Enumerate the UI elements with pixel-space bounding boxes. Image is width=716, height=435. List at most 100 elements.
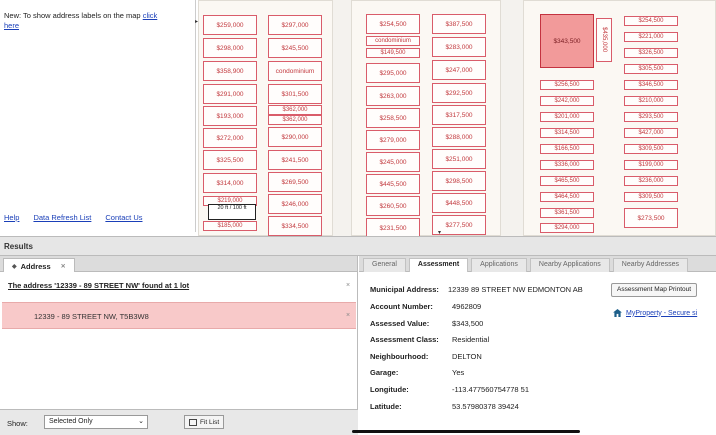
lot-parcel[interactable]: $448,500 <box>432 193 486 213</box>
lot-parcel[interactable]: $199,000 <box>624 160 678 170</box>
lot-parcel[interactable]: $149,500 <box>366 48 420 58</box>
assessment-map-printout-button[interactable]: Assessment Map Printout <box>611 283 698 297</box>
tab-address[interactable]: ◆ Address ✕ <box>3 258 75 272</box>
lot-parcel[interactable]: $241,500 <box>268 150 322 170</box>
lot-parcel[interactable]: $291,000 <box>203 84 257 104</box>
lot-parcel[interactable]: $361,500 <box>540 208 594 218</box>
lot-parcel[interactable]: $301,500 <box>268 84 322 104</box>
fit-list-icon <box>189 418 197 426</box>
lot-parcel[interactable]: $269,500 <box>268 172 322 192</box>
lot-parcel[interactable]: $193,000 <box>203 106 257 126</box>
lot-parcel[interactable]: $259,000 <box>203 15 257 35</box>
show-label: Show: <box>7 419 28 428</box>
show-filter-value: Selected Only <box>49 418 93 425</box>
lot-parcel[interactable]: $166,500 <box>540 144 594 154</box>
lot-parcel[interactable]: $362,000 <box>268 115 322 125</box>
lot-parcel[interactable]: $464,500 <box>540 192 594 202</box>
lot-parcel[interactable]: $256,500 <box>540 80 594 90</box>
myproperty-link[interactable]: MyProperty - Secure si <box>626 310 697 317</box>
lot-parcel[interactable]: $326,500 <box>624 48 678 58</box>
lot-parcel[interactable]: $210,000 <box>624 96 678 106</box>
tab-assessment[interactable]: Assessment <box>408 258 469 272</box>
lot-parcel[interactable]: $309,500 <box>624 144 678 154</box>
lot-parcel[interactable]: $445,500 <box>366 174 420 194</box>
measure-tool[interactable]: 20 ft / 100 ft <box>208 204 256 220</box>
lot-parcel[interactable]: $295,000 <box>366 63 420 83</box>
lot-parcel[interactable]: $305,500 <box>624 64 678 74</box>
lot-parcel[interactable]: $272,000 <box>203 128 257 148</box>
lot-parcel[interactable]: $298,000 <box>203 38 257 58</box>
fit-list-label: Fit List <box>200 418 220 426</box>
lot-parcel[interactable]: $294,000 <box>540 223 594 233</box>
lot-map[interactable]: $259,000 $298,000 $358,900 $291,000 $193… <box>198 0 716 236</box>
lot-parcel[interactable]: $254,500 <box>366 14 420 34</box>
close-icon[interactable]: × <box>346 282 350 289</box>
tab-nearby-addresses[interactable]: Nearby Addresses <box>612 258 688 272</box>
lot-parcel[interactable]: $427,000 <box>624 128 678 138</box>
lot-parcel[interactable]: $465,500 <box>540 176 594 186</box>
lot-parcel[interactable]: $263,000 <box>366 86 420 106</box>
lot-parcel[interactable]: $260,500 <box>366 196 420 216</box>
lot-parcel[interactable]: $247,000 <box>432 60 486 80</box>
close-tab-icon[interactable]: ✕ <box>61 263 66 270</box>
lot-parcel[interactable]: $221,000 <box>624 32 678 42</box>
expand-down-icon[interactable]: ▾ <box>438 229 441 236</box>
remove-icon[interactable]: × <box>346 312 350 319</box>
data-refresh-list-link[interactable]: Data Refresh List <box>33 213 91 222</box>
lot-parcel[interactable]: $251,000 <box>432 149 486 169</box>
lot-parcel[interactable]: $309,500 <box>624 192 678 202</box>
lot-parcel[interactable]: $297,000 <box>268 15 322 35</box>
lot-parcel[interactable]: $325,500 <box>203 150 257 170</box>
lot-parcel[interactable]: $387,500 <box>432 14 486 34</box>
selected-lot[interactable]: $343,500 <box>540 14 594 68</box>
lot-parcel[interactable]: $298,500 <box>432 171 486 191</box>
address-result-row[interactable]: 12339 - 89 STREET NW, T5B3W8 × <box>2 302 356 329</box>
field-value: 53.57980378 39424 <box>452 402 519 411</box>
lot-parcel[interactable]: $258,500 <box>366 108 420 128</box>
field-value: Residential <box>452 335 490 344</box>
scroll-indicator[interactable] <box>352 430 580 433</box>
chevron-down-icon: ⌄ <box>138 418 144 425</box>
lot-parcel[interactable]: $279,000 <box>366 130 420 150</box>
lot-parcel[interactable]: $201,000 <box>540 112 594 122</box>
lot-parcel[interactable]: $245,500 <box>268 38 322 58</box>
footer-links: Help Data Refresh List Contact Us <box>4 213 143 222</box>
help-link[interactable]: Help <box>4 213 19 222</box>
lot-parcel[interactable]: $185,000 <box>203 221 257 231</box>
lot-parcel[interactable]: condominium <box>268 61 322 81</box>
tab-general[interactable]: General <box>363 258 406 272</box>
lot-parcel[interactable]: $283,000 <box>432 37 486 57</box>
lot-parcel[interactable]: $435,000 <box>596 18 612 62</box>
lot-parcel[interactable]: $317,500 <box>432 105 486 125</box>
lot-parcel[interactable]: $362,000 <box>268 105 322 115</box>
lot-parcel[interactable]: $314,000 <box>203 173 257 193</box>
lot-parcel[interactable]: $336,000 <box>540 160 594 170</box>
lot-parcel[interactable]: $346,500 <box>624 80 678 90</box>
lot-parcel[interactable]: $314,500 <box>540 128 594 138</box>
lot-parcel[interactable]: $358,900 <box>203 61 257 81</box>
lot-parcel[interactable]: $293,500 <box>624 112 678 122</box>
lot-parcel[interactable]: $236,000 <box>624 176 678 186</box>
fit-list-button[interactable]: Fit List <box>184 415 225 429</box>
tab-applications[interactable]: Applications <box>471 258 527 272</box>
field-label: Assessed Value: <box>370 319 430 328</box>
lot-parcel[interactable]: $334,500 <box>268 216 322 236</box>
address-labels-tip: New: To show address labels on the map c… <box>4 11 164 31</box>
lot-parcel[interactable]: $231,500 <box>366 218 420 236</box>
lot-parcel[interactable]: $254,500 <box>624 16 678 26</box>
field-value: 12339 89 STREET NW EDMONTON AB <box>448 285 583 294</box>
lot-parcel[interactable]: $273,500 <box>624 208 678 228</box>
contact-us-link[interactable]: Contact Us <box>105 213 142 222</box>
lot-parcel[interactable]: $245,000 <box>366 152 420 172</box>
lot-parcel[interactable]: $292,500 <box>432 83 486 103</box>
show-filter-select[interactable]: Selected Only ⌄ <box>44 415 148 429</box>
tab-nearby-applications[interactable]: Nearby Applications <box>529 258 610 272</box>
lot-parcel[interactable]: $288,000 <box>432 127 486 147</box>
lot-parcel[interactable]: condominium <box>366 36 420 46</box>
details-tab-bar: General Assessment Applications Nearby A… <box>359 256 716 272</box>
found-summary[interactable]: The address '12339 - 89 STREET NW' found… <box>8 281 189 290</box>
lot-parcel[interactable]: $246,000 <box>268 194 322 214</box>
field-value: $343,500 <box>452 319 484 328</box>
lot-parcel[interactable]: $290,000 <box>268 127 322 147</box>
lot-parcel[interactable]: $242,000 <box>540 96 594 106</box>
